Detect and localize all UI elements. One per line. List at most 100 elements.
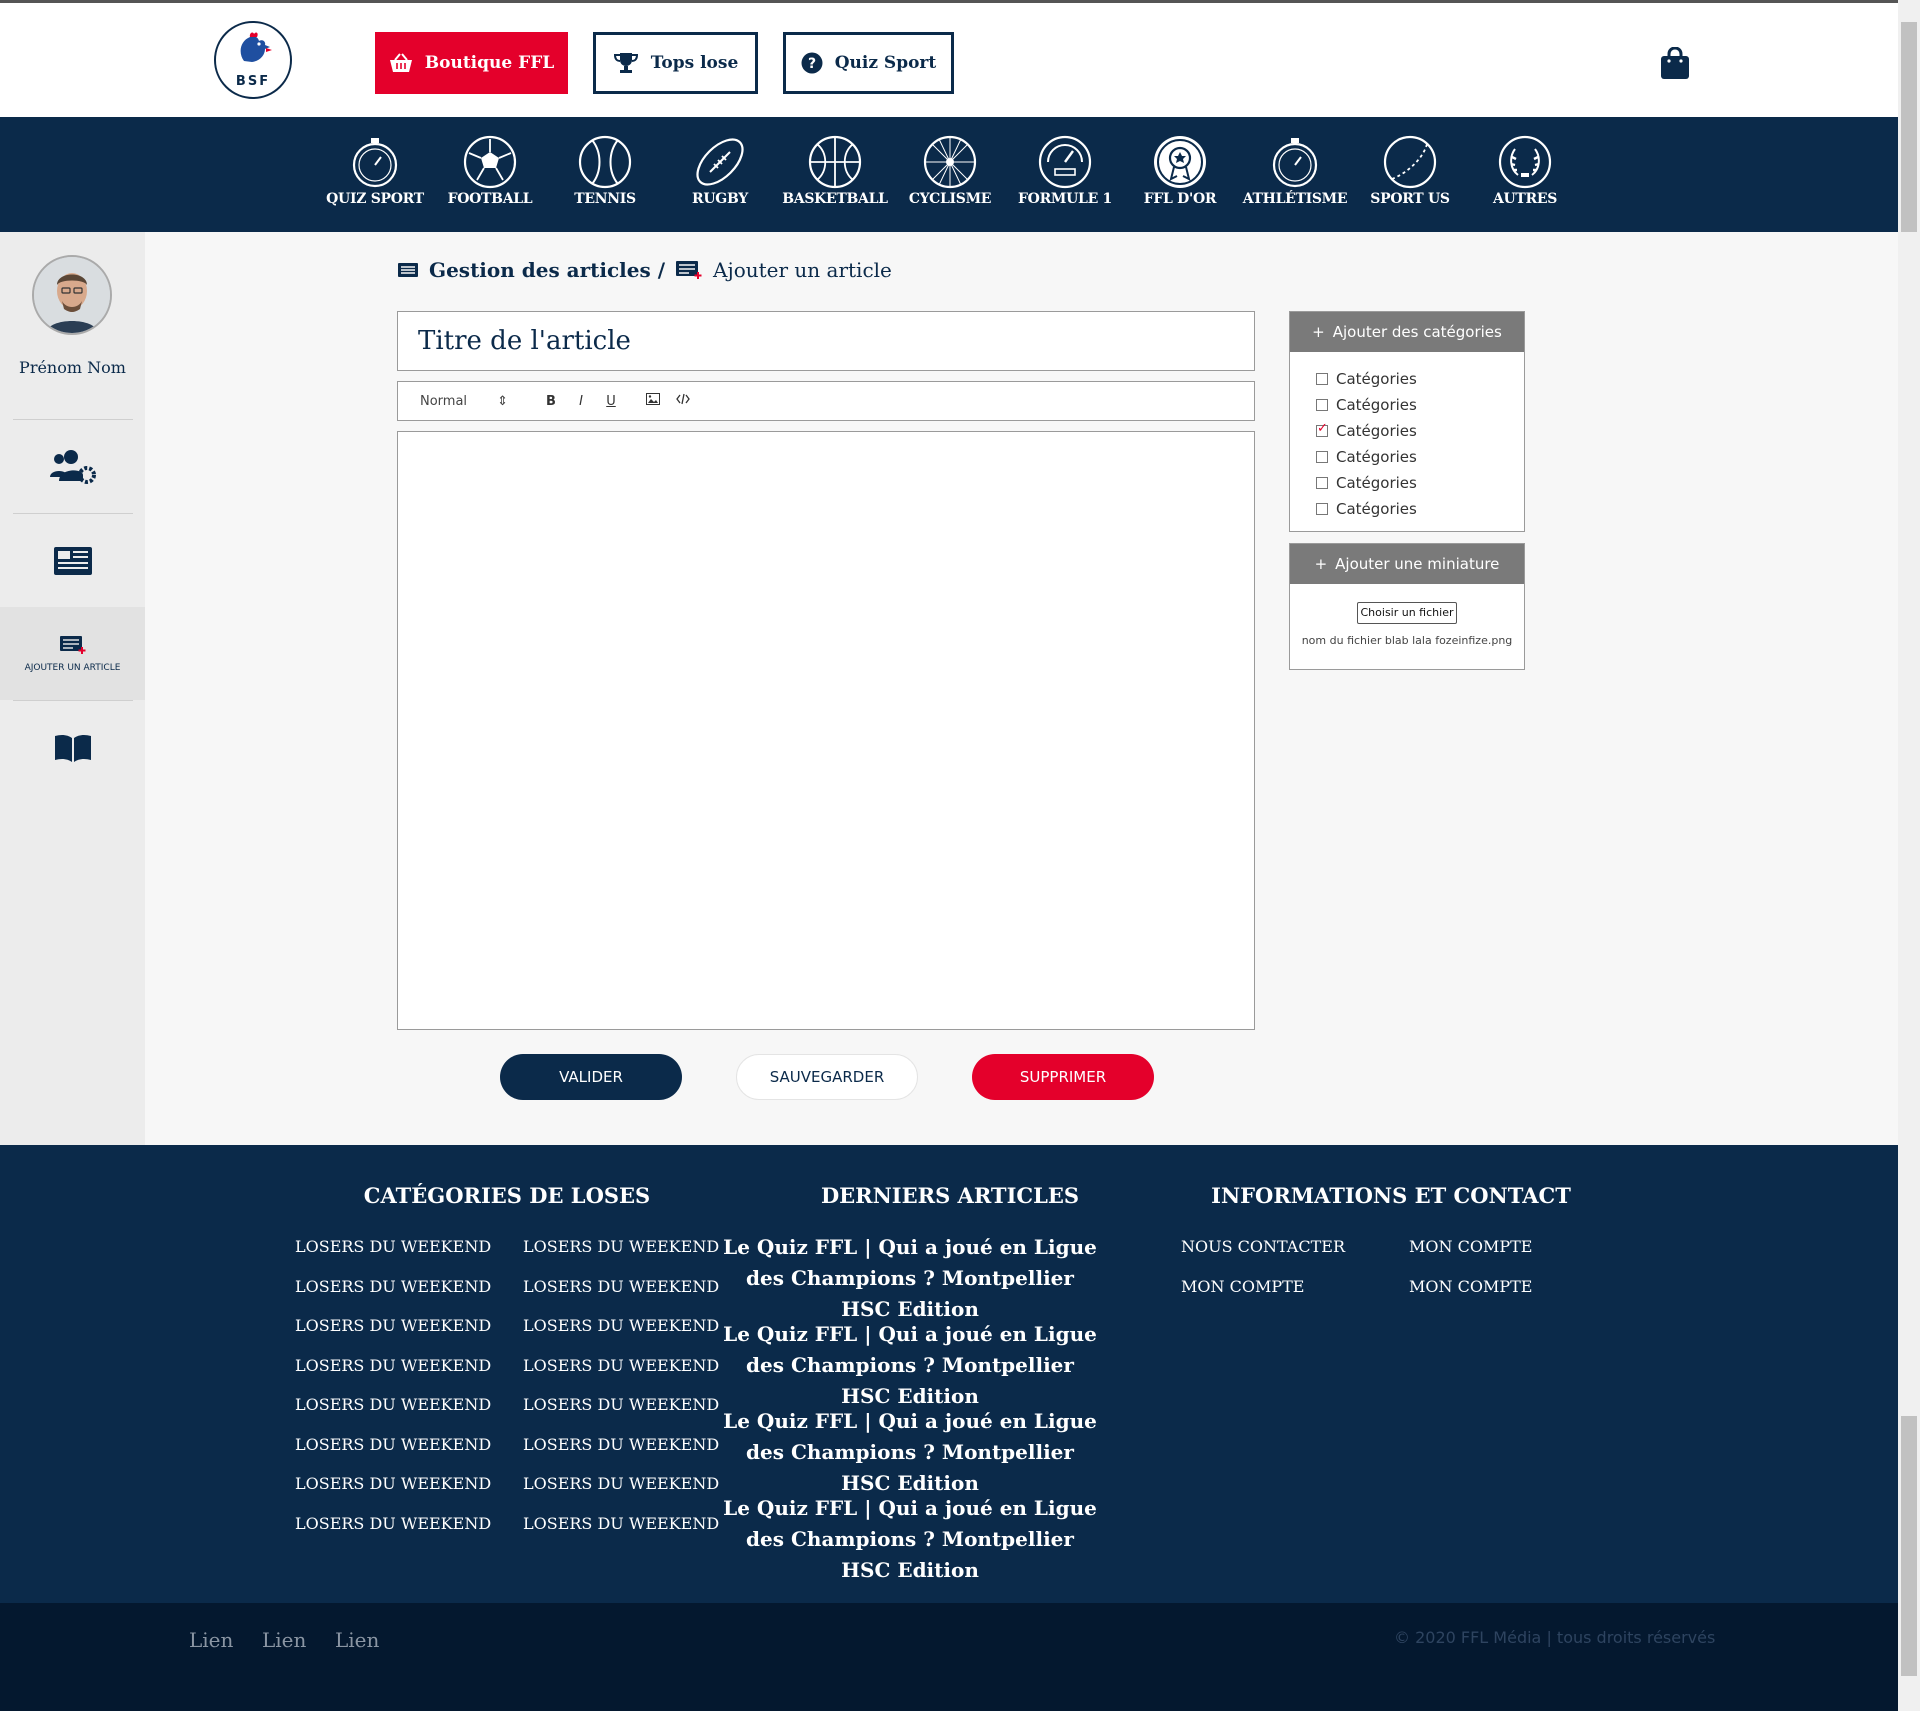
sport-label: TENNIS bbox=[574, 191, 636, 207]
format-select-value: Normal bbox=[420, 393, 468, 409]
footer-category-link[interactable]: LOSERS DU WEEKEND bbox=[523, 1474, 719, 1493]
sport-formule-1[interactable]: FORMULE 1 bbox=[1010, 135, 1120, 207]
selected-file-name: nom du fichier blab lala fozeinfize.png bbox=[1301, 634, 1513, 647]
footer-article-link[interactable]: Le Quiz FFL | Qui a joué en Ligue des Ch… bbox=[720, 1232, 1100, 1325]
footer-article-link[interactable]: Le Quiz FFL | Qui a joué en Ligue des Ch… bbox=[720, 1406, 1100, 1499]
validate-button[interactable]: VALIDER bbox=[500, 1054, 682, 1100]
footer-category-link[interactable]: LOSERS DU WEEKEND bbox=[295, 1316, 491, 1335]
article-title-input[interactable]: Titre de l'article bbox=[397, 311, 1255, 371]
footer-category-link[interactable]: LOSERS DU WEEKEND bbox=[523, 1435, 719, 1454]
footer-category-link[interactable]: LOSERS DU WEEKEND bbox=[523, 1277, 719, 1296]
bottom-link[interactable]: Lien bbox=[262, 1628, 306, 1652]
underline-button[interactable]: U bbox=[596, 394, 626, 409]
sport-tennis[interactable]: TENNIS bbox=[550, 135, 660, 207]
sidebar-item-users[interactable] bbox=[0, 420, 145, 513]
footer-account-link[interactable]: MON COMPTE bbox=[1181, 1277, 1304, 1296]
rooster-logo-icon bbox=[240, 32, 272, 62]
top-header: BSF Boutique FFL Tops lose ? Quiz Sport bbox=[0, 0, 1898, 117]
format-select[interactable]: Normal ⇕ bbox=[420, 394, 508, 409]
sidebar-item-add-article[interactable]: AJOUTER UN ARTICLE bbox=[0, 607, 145, 700]
boutique-button[interactable]: Boutique FFL bbox=[375, 32, 568, 94]
footer-category-link[interactable]: LOSERS DU WEEKEND bbox=[295, 1514, 491, 1533]
bottom-link[interactable]: Lien bbox=[335, 1628, 379, 1652]
site-logo[interactable]: BSF bbox=[214, 21, 292, 99]
page-scrollbar[interactable] bbox=[1898, 0, 1920, 1711]
tops-lose-button[interactable]: Tops lose bbox=[593, 32, 758, 94]
user-name: Prénom Nom bbox=[19, 358, 126, 377]
footer-category-link[interactable]: LOSERS DU WEEKEND bbox=[295, 1277, 491, 1296]
laurel-icon bbox=[1498, 135, 1552, 189]
footer-category-link[interactable]: LOSERS DU WEEKEND bbox=[295, 1237, 491, 1256]
footer-categories-title: CATÉGORIES DE LOSES bbox=[363, 1183, 651, 1208]
footer-category-link[interactable]: LOSERS DU WEEKEND bbox=[295, 1356, 491, 1375]
footer-article-link[interactable]: Le Quiz FFL | Qui a joué en Ligue des Ch… bbox=[720, 1493, 1100, 1586]
sport-basketball[interactable]: BASKETBALL bbox=[780, 135, 890, 207]
footer-category-link[interactable]: LOSERS DU WEEKEND bbox=[523, 1356, 719, 1375]
save-button[interactable]: SAUVEGARDER bbox=[736, 1054, 918, 1100]
category-checkbox-item[interactable]: Catégories bbox=[1316, 444, 1524, 470]
code-button[interactable] bbox=[668, 393, 698, 409]
site-footer: CATÉGORIES DE LOSES DERNIERS ARTICLES IN… bbox=[0, 1145, 1898, 1603]
sidebar-item-articles[interactable] bbox=[0, 514, 145, 607]
sport-ffl-dor[interactable]: FFL D'OR bbox=[1125, 135, 1235, 207]
italic-button[interactable]: I bbox=[566, 394, 596, 409]
checkbox[interactable] bbox=[1316, 373, 1328, 385]
footer-category-link[interactable]: LOSERS DU WEEKEND bbox=[295, 1474, 491, 1493]
user-avatar[interactable] bbox=[32, 255, 112, 335]
choose-file-button[interactable]: Choisir un fichier bbox=[1357, 602, 1457, 624]
article-body-editor[interactable] bbox=[397, 431, 1255, 1030]
sport-us[interactable]: SPORT US bbox=[1355, 135, 1465, 207]
category-checkbox-item[interactable]: Catégories bbox=[1316, 470, 1524, 496]
thumbnail-panel: + Ajouter une miniature Choisir un fichi… bbox=[1289, 543, 1525, 670]
thumbnail-panel-header[interactable]: + Ajouter une miniature bbox=[1290, 544, 1524, 584]
bottom-bar: Lien Lien Lien © 2020 FFL Média | tous d… bbox=[0, 1603, 1898, 1711]
bold-button[interactable]: B bbox=[536, 394, 566, 409]
footer-category-link[interactable]: LOSERS DU WEEKEND bbox=[523, 1316, 719, 1335]
footer-account-link[interactable]: MON COMPTE bbox=[1409, 1237, 1532, 1256]
editor-toolbar: Normal ⇕ B I U bbox=[397, 381, 1255, 421]
sport-football[interactable]: FOOTBALL bbox=[435, 135, 545, 207]
quiz-sport-button[interactable]: ? Quiz Sport bbox=[783, 32, 954, 94]
footer-category-link[interactable]: LOSERS DU WEEKEND bbox=[523, 1237, 719, 1256]
insert-image-button[interactable] bbox=[638, 393, 668, 409]
footer-category-link[interactable]: LOSERS DU WEEKEND bbox=[523, 1514, 719, 1533]
select-arrows-icon: ⇕ bbox=[497, 393, 508, 409]
footer-article-link[interactable]: Le Quiz FFL | Qui a joué en Ligue des Ch… bbox=[720, 1319, 1100, 1412]
category-label: Catégories bbox=[1336, 396, 1417, 414]
category-checkbox-item[interactable]: Catégories bbox=[1316, 392, 1524, 418]
footer-category-link[interactable]: LOSERS DU WEEKEND bbox=[295, 1435, 491, 1454]
sport-quiz-sport[interactable]: QUIZ SPORT bbox=[320, 135, 430, 207]
bottom-link[interactable]: Lien bbox=[189, 1628, 233, 1652]
thumbnail-panel-title: Ajouter une miniature bbox=[1335, 555, 1500, 573]
breadcrumb-parent-link[interactable]: Gestion des articles / bbox=[429, 258, 665, 282]
checkbox[interactable] bbox=[1316, 451, 1328, 463]
delete-button[interactable]: SUPPRIMER bbox=[972, 1054, 1154, 1100]
sport-autres[interactable]: AUTRES bbox=[1470, 135, 1580, 207]
categories-panel-header[interactable]: + Ajouter des catégories bbox=[1290, 312, 1524, 352]
copyright-text: © 2020 FFL Média | tous droits réservés bbox=[1394, 1628, 1716, 1647]
footer-account-link[interactable]: MON COMPTE bbox=[1409, 1277, 1532, 1296]
plus-icon: + bbox=[1314, 555, 1328, 573]
checkbox-checked[interactable] bbox=[1316, 421, 1328, 437]
scrollbar-thumb[interactable] bbox=[1901, 22, 1917, 232]
add-article-icon bbox=[59, 635, 85, 654]
footer-category-link[interactable]: LOSERS DU WEEKEND bbox=[295, 1395, 491, 1414]
sidebar-item-guide[interactable] bbox=[0, 701, 145, 794]
bicycle-wheel-icon bbox=[923, 135, 977, 189]
footer-contact-link[interactable]: NOUS CONTACTER bbox=[1181, 1237, 1345, 1256]
scrollbar-thumb[interactable] bbox=[1901, 1416, 1917, 1676]
category-checkbox-item[interactable]: Catégories bbox=[1316, 418, 1524, 444]
checkbox[interactable] bbox=[1316, 399, 1328, 411]
category-checkbox-item[interactable]: Catégories bbox=[1316, 366, 1524, 392]
cart-button[interactable] bbox=[1660, 46, 1690, 84]
footer-category-link[interactable]: LOSERS DU WEEKEND bbox=[523, 1395, 719, 1414]
checkbox[interactable] bbox=[1316, 503, 1328, 515]
baseball-icon bbox=[1383, 135, 1437, 189]
sport-athletisme[interactable]: ATHLÉTISME bbox=[1240, 135, 1350, 207]
checkbox[interactable] bbox=[1316, 477, 1328, 489]
sport-cyclisme[interactable]: CYCLISME bbox=[895, 135, 1005, 207]
newspaper-icon bbox=[398, 263, 418, 277]
footer-info-title: INFORMATIONS ET CONTACT bbox=[1211, 1183, 1571, 1208]
category-checkbox-item[interactable]: Catégories bbox=[1316, 496, 1524, 522]
sport-rugby[interactable]: RUGBY bbox=[665, 135, 775, 207]
